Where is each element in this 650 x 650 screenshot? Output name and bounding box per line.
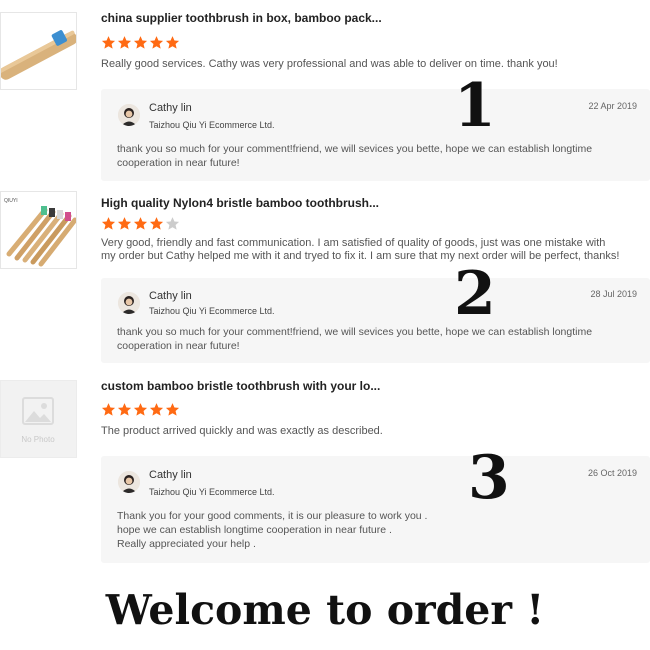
seller-name: Cathy lin — [149, 102, 192, 114]
seller-name: Cathy lin — [149, 469, 192, 481]
rating-stars — [101, 35, 180, 51]
no-photo-label: No Photo — [21, 435, 55, 444]
seller-avatar — [118, 292, 140, 314]
seller-avatar — [118, 104, 140, 126]
review-text: Really good services. Cathy was very pro… — [101, 58, 558, 70]
star-icon — [149, 217, 164, 230]
star-icon — [117, 36, 132, 49]
overlay-number: 2 — [454, 259, 496, 329]
product-title-link[interactable]: High quality Nylon4 bristle bamboo tooth… — [101, 196, 379, 210]
overlay-number: 3 — [468, 443, 510, 513]
star-icon — [117, 217, 132, 230]
star-icon — [165, 36, 180, 49]
thumb-brand-label: QIUYI — [4, 198, 18, 204]
product-thumbnail[interactable]: QIUYI — [0, 191, 77, 269]
star-icon — [101, 403, 116, 416]
star-icon — [149, 403, 164, 416]
rating-stars — [101, 402, 180, 418]
reply-date: 26 Oct 2019 — [587, 468, 637, 478]
seller-avatar — [118, 471, 140, 493]
star-icon — [165, 403, 180, 416]
star-icon — [101, 36, 116, 49]
review-text: The product arrived quickly and was exac… — [101, 425, 383, 437]
seller-name: Cathy lin — [149, 290, 192, 302]
star-icon — [133, 36, 148, 49]
product-thumbnail[interactable]: No Photo — [0, 380, 77, 458]
no-photo-icon: No Photo — [1, 381, 76, 457]
seller-reply: Cathy lin Taizhou Qiu Yi Ecommerce Ltd. … — [101, 456, 650, 563]
welcome-banner: Welcome to order ! — [105, 586, 545, 634]
seller-company: Taizhou Qiu Yi Ecommerce Ltd. — [149, 120, 275, 130]
overlay-number: 1 — [454, 71, 496, 141]
star-icon — [101, 217, 116, 230]
star-icon — [117, 403, 132, 416]
seller-reply: Cathy lin Taizhou Qiu Yi Ecommerce Ltd. … — [101, 89, 650, 181]
reply-date: 28 Jul 2019 — [590, 289, 637, 299]
product-title-link[interactable]: custom bamboo bristle toothbrush with yo… — [101, 379, 380, 393]
review-text: Very good, friendly and fast communicati… — [101, 237, 620, 262]
seller-reply: Cathy lin Taizhou Qiu Yi Ecommerce Ltd. … — [101, 278, 650, 363]
bamboo-tube-image — [1, 13, 76, 89]
product-thumbnail[interactable] — [0, 12, 77, 90]
star-icon — [149, 36, 164, 49]
reply-text: Thank you for your good comments, it is … — [117, 510, 428, 550]
rating-stars — [101, 216, 180, 232]
star-icon — [133, 403, 148, 416]
seller-company: Taizhou Qiu Yi Ecommerce Ltd. — [149, 306, 275, 316]
star-icon — [165, 217, 180, 230]
reply-date: 22 Apr 2019 — [588, 101, 637, 111]
product-title-link[interactable]: china supplier toothbrush in box, bamboo… — [101, 11, 382, 25]
bamboo-toothbrushes-image: QIUYI — [1, 192, 76, 268]
reply-text: thank you so much for your comment!frien… — [117, 326, 593, 352]
seller-company: Taizhou Qiu Yi Ecommerce Ltd. — [149, 487, 275, 497]
reply-text: thank you so much for your comment!frien… — [117, 143, 593, 169]
star-icon — [133, 217, 148, 230]
